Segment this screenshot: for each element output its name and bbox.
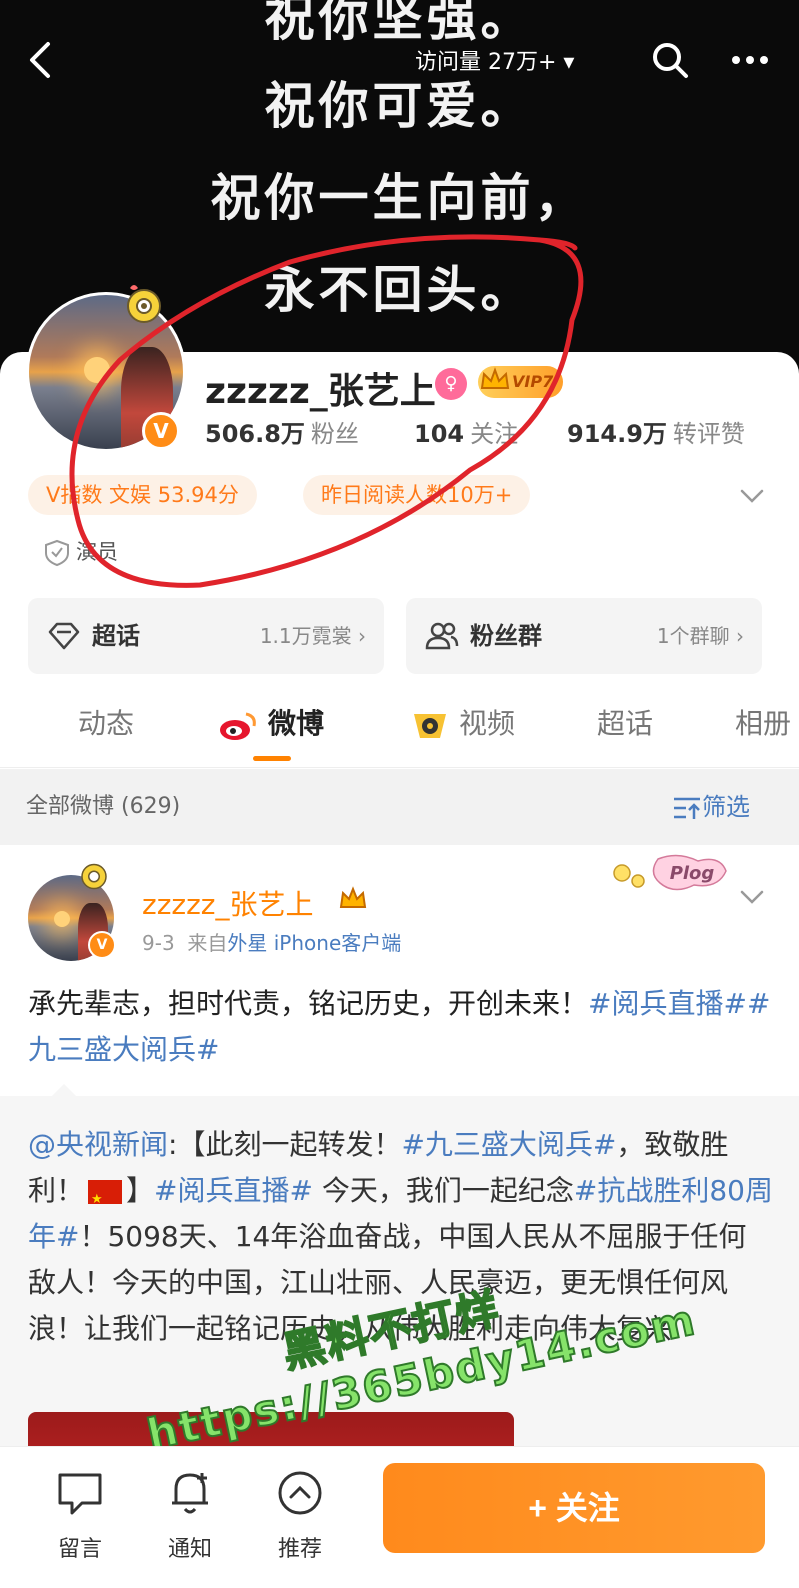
v-index-pill[interactable]: V指数 文娱 53.94分 xyxy=(28,475,257,515)
tab-album[interactable]: 相册 xyxy=(735,702,791,746)
repost-part-4: 今天，我们一起纪念 xyxy=(312,1174,574,1207)
post-source-prefix: 来自 xyxy=(187,931,228,955)
comment-label: 留言 xyxy=(57,1537,102,1562)
post-text-plain: 承先辈志，担时代责，铭记历史，开创未来！ xyxy=(28,987,589,1020)
tab-video[interactable]: 视频 xyxy=(459,702,515,746)
filter-label-text: 筛选 xyxy=(702,793,750,821)
bell-plus-icon xyxy=(172,1473,208,1514)
chevron-down-icon[interactable] xyxy=(738,482,766,510)
repost-part-1: :【此刻一起转发！ xyxy=(168,1128,402,1161)
comment-button[interactable]: 留言 xyxy=(40,1467,120,1563)
post-avatar-sun xyxy=(54,911,70,927)
filter-icon xyxy=(674,797,700,819)
post-author-name[interactable]: zzzzz_张艺上 xyxy=(142,883,314,923)
super-topic-tile[interactable]: 超话 1.1万霓裳 › xyxy=(28,598,384,674)
filter-button[interactable]: 筛选 xyxy=(672,789,750,825)
china-flag-icon xyxy=(88,1177,123,1223)
super-topic-label: 超话 xyxy=(92,622,140,650)
fan-group-tile[interactable]: 粉丝群 1个群聊 › xyxy=(406,598,762,674)
fan-group-meta: 1个群聊 › xyxy=(656,624,744,648)
video-icon xyxy=(414,714,446,738)
stat-following[interactable]: 104 关注 xyxy=(414,414,518,449)
post-avatar-pendant-icon xyxy=(81,863,107,890)
weibo-logo-icon xyxy=(220,712,256,740)
recommend-label: 推荐 xyxy=(277,1537,322,1562)
tab-feed[interactable]: 动态 xyxy=(78,702,134,746)
more-icon[interactable] xyxy=(730,45,770,75)
plog-sticker-icon: Plog xyxy=(613,854,727,891)
back-icon[interactable] xyxy=(22,40,62,80)
search-icon[interactable] xyxy=(650,40,690,80)
post-text: 承先辈志，担时代责，铭记历史，开创未来！#阅兵直播##九三盛大阅兵# xyxy=(28,981,773,1073)
tab-super-topic[interactable]: 超话 xyxy=(597,702,653,746)
super-topic-meta: 1.1万霓裳 › xyxy=(259,624,366,648)
stat-followers[interactable]: 506.8万 粉丝 xyxy=(205,414,359,449)
notify-button[interactable]: 通知 xyxy=(150,1467,230,1563)
role-row: 演员 xyxy=(44,535,118,569)
tab-active-underline xyxy=(253,756,291,761)
group-icon xyxy=(425,622,459,650)
post-date: 9-3 xyxy=(142,931,175,955)
mention-cctv-news[interactable]: @央视新闻 xyxy=(28,1128,168,1161)
stat-followers-label: 粉丝 xyxy=(310,420,359,448)
daily-readers-pill[interactable]: 昨日阅读人数10万+ xyxy=(303,475,531,515)
stat-reposts-value: 914.9万 xyxy=(567,420,667,448)
stat-reposts[interactable]: 914.9万 转评赞 xyxy=(567,414,745,449)
tab-weibo[interactable]: 微博 xyxy=(268,702,324,746)
hashtag-sept-3-parade-repost[interactable]: #九三盛大阅兵# xyxy=(401,1128,616,1161)
hashtag-parade-live-repost[interactable]: #阅兵直播# xyxy=(154,1174,313,1207)
crown-icon xyxy=(339,886,367,908)
female-icon: ♀ xyxy=(435,368,467,400)
profile-username: zzzzz_张艺上 xyxy=(205,371,436,412)
avatar-sun xyxy=(84,357,110,383)
diamond-icon xyxy=(48,622,80,650)
banner-line-3: 祝你一生向前， xyxy=(210,169,589,227)
post-source[interactable]: 外星 iPhone客户端 xyxy=(227,931,401,955)
hashtag-parade-live[interactable]: #阅兵直播# xyxy=(588,987,747,1020)
shield-icon xyxy=(45,539,69,567)
post-meta: 9-3 来自外星 iPhone客户端 xyxy=(142,927,401,956)
repost-text: @央视新闻:【此刻一起转发！#九三盛大阅兵#，致敬胜利！】#阅兵直播# 今天，我… xyxy=(28,1122,773,1352)
repost-part-3: 】 xyxy=(126,1174,155,1207)
crown-icon xyxy=(480,367,510,389)
bottom-action-bar: 留言 通知 推荐 + 关注 xyxy=(0,1446,799,1588)
stat-followers-value: 506.8万 xyxy=(205,420,305,448)
stat-following-label: 关注 xyxy=(470,420,519,448)
profile-tabs: 动态 微博 视频 超话 相册 xyxy=(0,690,799,768)
stat-following-value: 104 xyxy=(414,420,465,448)
post-verified-badge: V xyxy=(88,931,116,959)
recommend-button[interactable]: 推荐 xyxy=(260,1467,340,1563)
recommend-icon xyxy=(278,1471,322,1515)
verified-badge: V xyxy=(142,412,180,450)
notify-label: 通知 xyxy=(167,1537,212,1562)
repost-part-5: ！5098天、14年浴血奋战，中国人民从不屈服于任何敌人！今天的中国，江山壮丽、… xyxy=(28,1220,747,1345)
post-count-label: 全部微博 (629) xyxy=(26,794,181,819)
follow-button[interactable]: + 关注 xyxy=(383,1463,765,1553)
stat-reposts-label: 转评赞 xyxy=(672,420,745,448)
profile-page: 祝你坚强。 祝你可爱。 祝你一生向前， 永不回头。 访问量 27万+ ▾ V z… xyxy=(0,0,799,1588)
avatar-pendant-icon xyxy=(127,285,161,323)
top-bar: 访问量 27万+ ▾ xyxy=(0,0,799,120)
svg-text:Plog: Plog xyxy=(670,863,715,884)
repost-caret xyxy=(52,1084,76,1096)
filter-bar: 全部微博 (629) 筛选 xyxy=(0,769,799,845)
fan-group-label: 粉丝群 xyxy=(470,622,542,650)
reposted-content[interactable]: @央视新闻:【此刻一起转发！#九三盛大阅兵#，致敬胜利！】#阅兵直播# 今天，我… xyxy=(0,1084,799,1472)
post-menu-chevron-icon[interactable] xyxy=(738,883,766,911)
weibo-post: V zzzzz_张艺上 9-3 来自外星 iPhone客户端 Plog 承先辈志… xyxy=(0,845,799,1472)
message-icon xyxy=(58,1473,102,1515)
visit-count-dropdown[interactable]: 访问量 27万+ ▾ xyxy=(415,44,574,76)
role-label: 演员 xyxy=(76,540,118,564)
